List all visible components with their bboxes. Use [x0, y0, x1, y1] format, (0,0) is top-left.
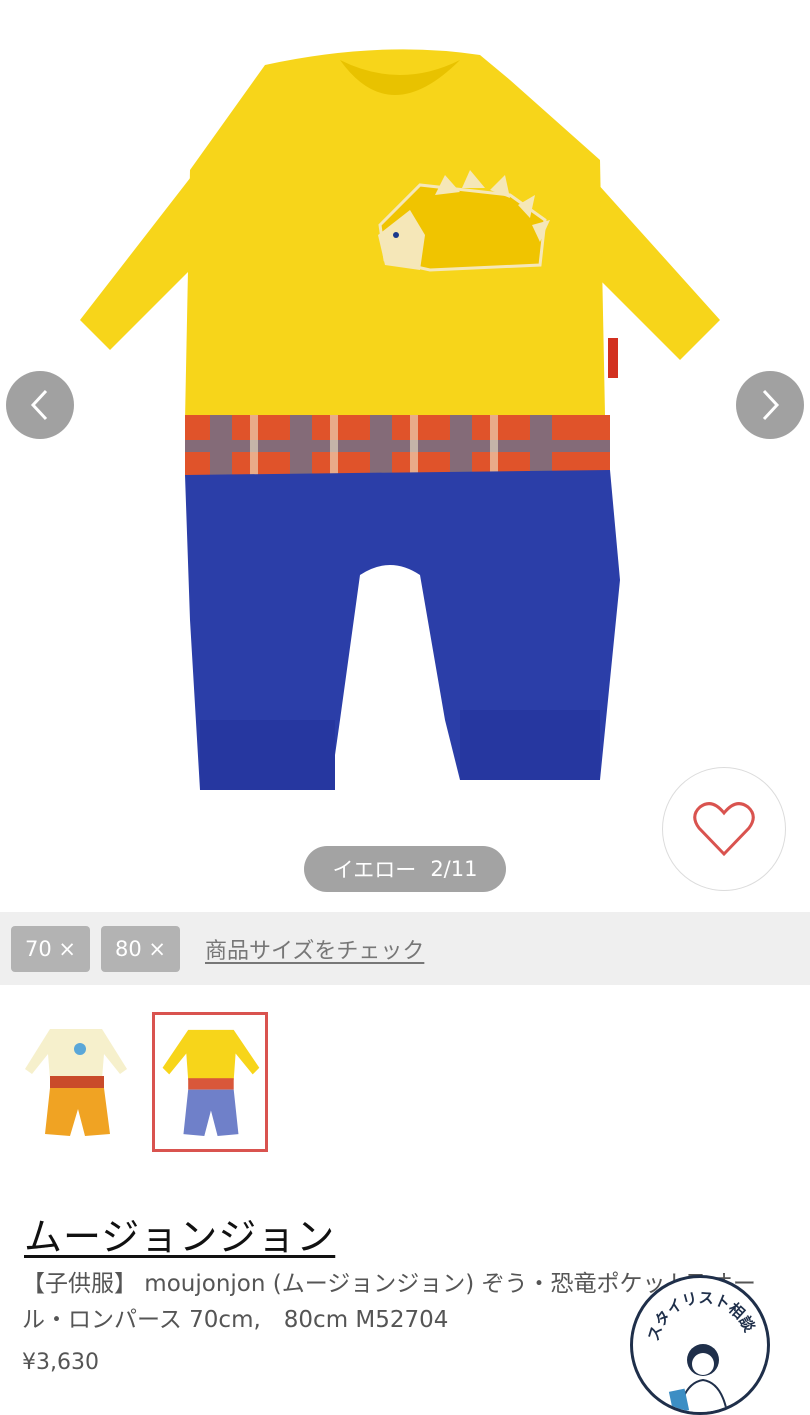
stylist-avatar-icon: スタイリスト相談: [644, 1289, 759, 1412]
product-image: [80, 49, 720, 790]
next-image-button[interactable]: [736, 371, 804, 439]
size-check-link[interactable]: 商品サイズをチェック: [205, 933, 424, 965]
variant-thumbnails: [0, 1010, 810, 1155]
product-gallery[interactable]: イエロー 2/11: [0, 0, 810, 912]
product-price: ¥3,630: [22, 1350, 99, 1375]
color-label: イエロー: [332, 858, 417, 882]
image-index: 2/11: [430, 857, 478, 881]
favorite-button[interactable]: [662, 767, 786, 891]
size-chip-80[interactable]: 80 ×: [101, 925, 180, 972]
brand-name-link[interactable]: ムージョンジョン: [24, 1206, 335, 1261]
svg-text:スタイリスト相談: スタイリスト相談: [644, 1289, 758, 1343]
chevron-right-icon: [762, 389, 780, 421]
prev-image-button[interactable]: [6, 371, 74, 439]
chevron-left-icon: [30, 389, 48, 421]
stylist-badge-label: スタイリスト相談: [644, 1289, 758, 1343]
image-counter: イエロー 2/11: [304, 846, 506, 892]
thumbnail-cream-orange[interactable]: [20, 1014, 132, 1146]
size-chip-70[interactable]: 70 ×: [11, 925, 90, 972]
heart-outline-icon: [693, 802, 755, 857]
size-bar: 70 × 80 × 商品サイズをチェック: [0, 912, 810, 985]
thumbnail-yellow-blue[interactable]: [152, 1012, 268, 1152]
stylist-consult-button[interactable]: スタイリスト相談: [630, 1275, 770, 1415]
